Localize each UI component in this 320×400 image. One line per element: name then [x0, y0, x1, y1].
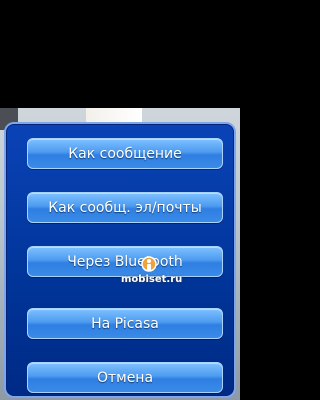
send-as-email-button[interactable]: Как сообщ. эл/почты [27, 192, 223, 223]
cancel-button[interactable]: Отмена [27, 362, 223, 393]
watermark-logo-icon [141, 256, 157, 272]
send-via-bluetooth-button[interactable]: Через Bluetooth [27, 246, 223, 277]
send-as-message-button[interactable]: Как сообщение [27, 138, 223, 169]
watermark-text: mobiset.ru [121, 274, 183, 285]
blank-screen-area [0, 0, 240, 108]
screen: Как сообщение Как сообщ. эл/почты Через … [0, 0, 240, 400]
share-dialog: Как сообщение Как сообщ. эл/почты Через … [4, 122, 236, 398]
upload-to-picasa-button[interactable]: На Picasa [27, 308, 223, 339]
